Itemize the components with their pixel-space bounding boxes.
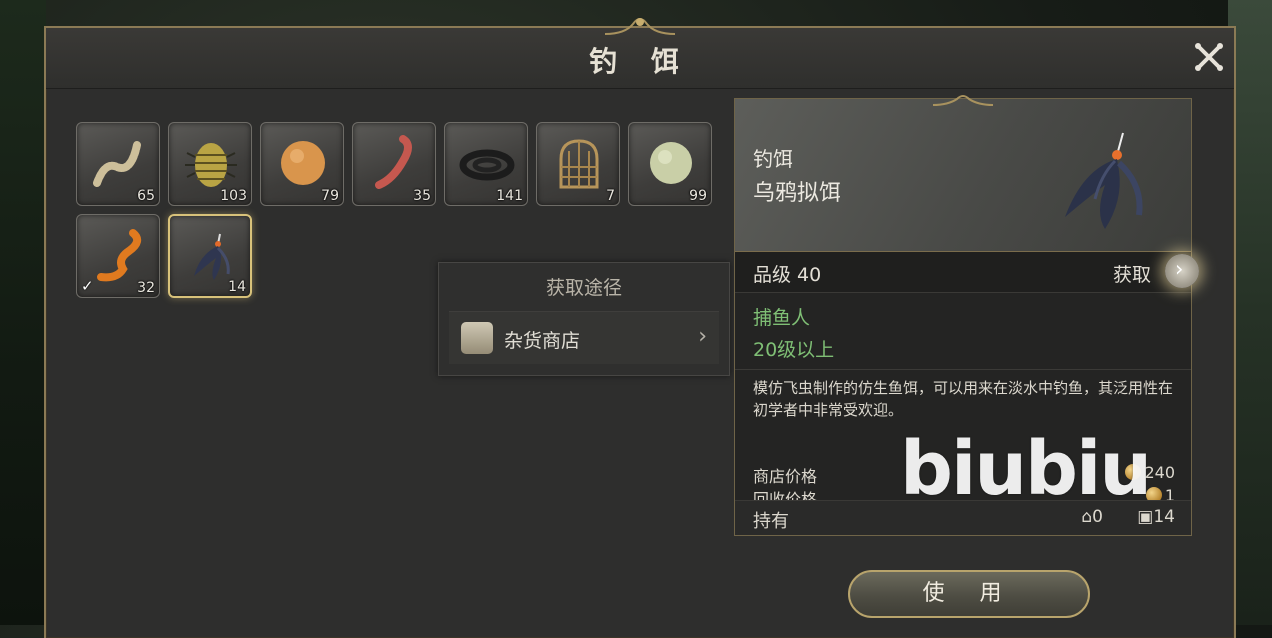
eel-icon — [459, 149, 515, 181]
red-worm-icon — [375, 135, 412, 189]
bait-slot[interactable]: ✓ 32 — [76, 214, 160, 298]
pillbug-icon — [185, 143, 237, 187]
window-title: 钓 饵 — [589, 45, 691, 78]
grade-row: 品级 40 获取 › — [735, 252, 1199, 293]
bait-slot[interactable]: 141 — [444, 122, 528, 206]
check-icon: ✓ — [81, 277, 94, 295]
bait-slot[interactable]: 79 — [260, 122, 344, 206]
general-store-link[interactable]: 杂货商店 › — [449, 311, 719, 364]
header-ornament-icon — [933, 95, 993, 106]
requirement-job: 捕鱼人 — [753, 307, 811, 329]
item-detail-header: 钓饵 乌鸦拟饵 — [735, 95, 1191, 252]
holdings-label: 持有 — [753, 511, 789, 532]
cage-icon — [559, 139, 599, 189]
item-count: 65 — [137, 188, 155, 204]
item-count: 7 — [606, 188, 615, 204]
fly-lure-icon — [1065, 132, 1143, 229]
title-ornament-icon — [605, 18, 675, 35]
acquisition-panel: 获取途径 杂货商店 › — [438, 262, 730, 376]
shop-icon — [461, 322, 493, 354]
item-count: 35 — [413, 188, 431, 204]
item-count: 99 — [689, 188, 707, 204]
bait-slot[interactable]: 7 — [536, 122, 620, 206]
background-left — [0, 0, 46, 625]
item-count: 79 — [321, 188, 339, 204]
requirement-level: 20级以上 — [753, 339, 835, 361]
item-name: 乌鸦拟饵 — [753, 181, 842, 206]
shop-label: 杂货商店 — [504, 330, 581, 352]
use-button[interactable]: 使 用 — [848, 570, 1090, 618]
item-grade: 品级 40 — [753, 264, 822, 286]
orange-worm-icon — [97, 229, 142, 282]
chevron-right-icon: › — [698, 324, 707, 349]
item-description: 模仿飞虫制作的仿生鱼饵，可以用来在淡水中钓鱼，其泛用性在初学者中非常受欢迎。 — [753, 379, 1174, 419]
close-icon[interactable] — [1192, 40, 1226, 74]
bag-count: 14 — [1153, 507, 1175, 527]
chevron-right-icon: › — [1175, 257, 1184, 281]
obtain-link[interactable]: 获取 — [1113, 260, 1151, 287]
bait-slot[interactable]: 35 — [352, 122, 436, 206]
watermark: biubiu — [900, 426, 1152, 512]
bait-slot-selected[interactable]: 14 — [168, 214, 252, 298]
bait-slot[interactable]: 99 — [628, 122, 712, 206]
item-count: 103 — [220, 188, 247, 204]
bait-window: 钓 饵 65 103 79 35 141 7 99 ✓ 32 14 获取途径 杂… — [44, 18, 1236, 638]
shop-price-label: 商店价格 — [753, 467, 818, 486]
item-count: 32 — [137, 280, 155, 296]
item-count: 141 — [496, 188, 523, 204]
item-count: 14 — [228, 279, 246, 295]
acquisition-title: 获取途径 — [545, 277, 622, 299]
dough-ball-icon — [281, 141, 325, 185]
bait-slot[interactable]: 65 — [76, 122, 160, 206]
item-category: 钓饵 — [753, 147, 793, 171]
worm-icon — [93, 141, 141, 187]
pale-ball-icon — [650, 142, 692, 184]
divider — [735, 369, 1191, 370]
bait-slot[interactable]: 103 — [168, 122, 252, 206]
obtain-button[interactable]: › — [1165, 254, 1199, 288]
title-bar: 钓 饵 — [46, 18, 1234, 89]
